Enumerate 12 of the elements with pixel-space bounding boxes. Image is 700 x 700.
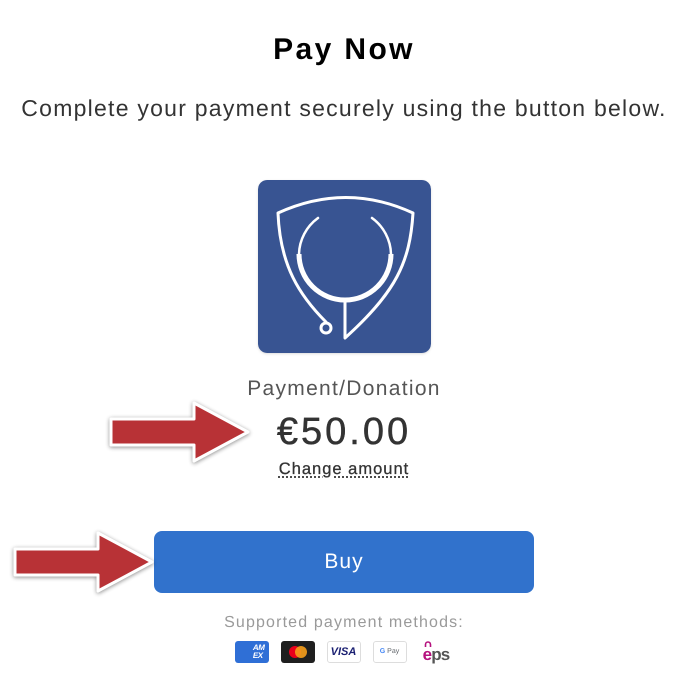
product-name: Payment/Donation	[247, 376, 441, 402]
eps-logo-text: eps	[422, 647, 450, 663]
bag-handle-icon	[424, 641, 432, 647]
page-title: Pay Now	[273, 32, 415, 68]
buy-button[interactable]: Buy	[154, 531, 534, 593]
change-amount-link[interactable]: Change amount	[278, 459, 410, 479]
card-brand-label: VISA	[330, 646, 356, 658]
overlapping-circles-card-icon	[280, 641, 314, 663]
price-amount: €50.00	[276, 410, 412, 454]
instruction-text: Complete your payment securely using the button below.	[21, 94, 667, 122]
card-brand-label: AM EX	[252, 644, 264, 660]
payment-methods-heading: Supported payment methods:	[224, 613, 464, 633]
